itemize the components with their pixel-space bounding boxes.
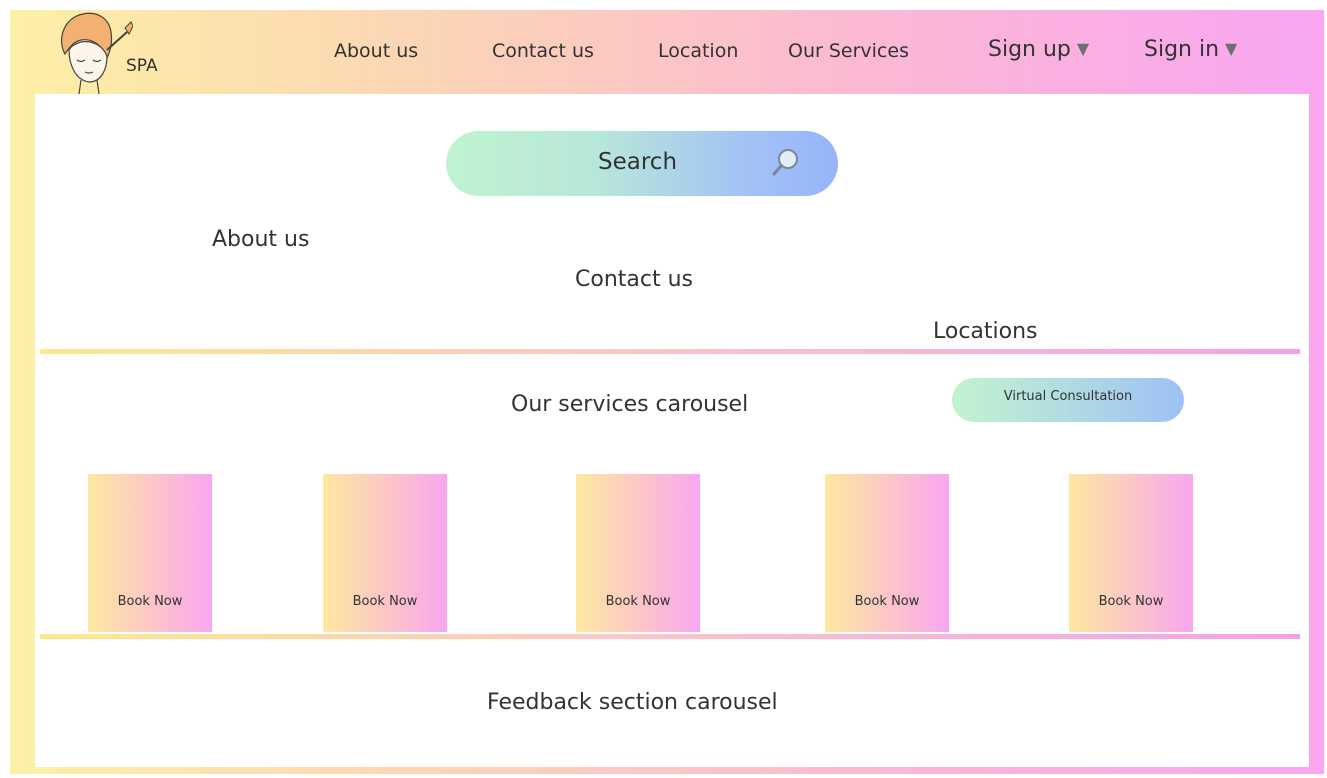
book-now-button[interactable]: Book Now [323,594,447,609]
service-card[interactable]: Book Now [576,474,700,632]
book-now-button[interactable]: Book Now [825,594,949,609]
services-carousel-title: Our services carousel [511,392,749,417]
search-icon[interactable] [768,145,804,181]
section-divider [40,634,1300,639]
nav-sign-in[interactable]: Sign in ▼ [1144,37,1237,62]
book-now-button[interactable]: Book Now [88,594,212,609]
chevron-down-icon: ▼ [1225,39,1238,58]
book-now-button[interactable]: Book Now [1069,594,1193,609]
nav-about-us[interactable]: About us [334,40,418,62]
service-card[interactable]: Book Now [1069,474,1193,632]
about-us-link[interactable]: About us [212,227,309,252]
feedback-carousel-title: Feedback section carousel [487,690,778,715]
service-card[interactable]: Book Now [323,474,447,632]
section-divider [40,349,1300,354]
locations-link[interactable]: Locations [933,319,1038,344]
spa-logo-icon[interactable] [53,10,133,94]
nav-sign-up[interactable]: Sign up ▼ [988,37,1089,62]
contact-us-link[interactable]: Contact us [575,267,693,292]
search-input[interactable]: Search [446,131,838,196]
nav-our-services[interactable]: Our Services [788,40,909,62]
nav-contact-us[interactable]: Contact us [492,40,594,62]
search-placeholder: Search [598,149,678,175]
service-card[interactable]: Book Now [825,474,949,632]
sign-up-label: Sign up [988,37,1071,62]
book-now-button[interactable]: Book Now [576,594,700,609]
chevron-down-icon: ▼ [1076,39,1090,58]
service-card[interactable]: Book Now [88,474,212,632]
sign-in-label: Sign in [1144,37,1220,62]
nav-location[interactable]: Location [658,40,738,62]
virtual-consultation-button[interactable]: Virtual Consultation [952,378,1184,422]
logo-text: SPA [126,56,158,76]
